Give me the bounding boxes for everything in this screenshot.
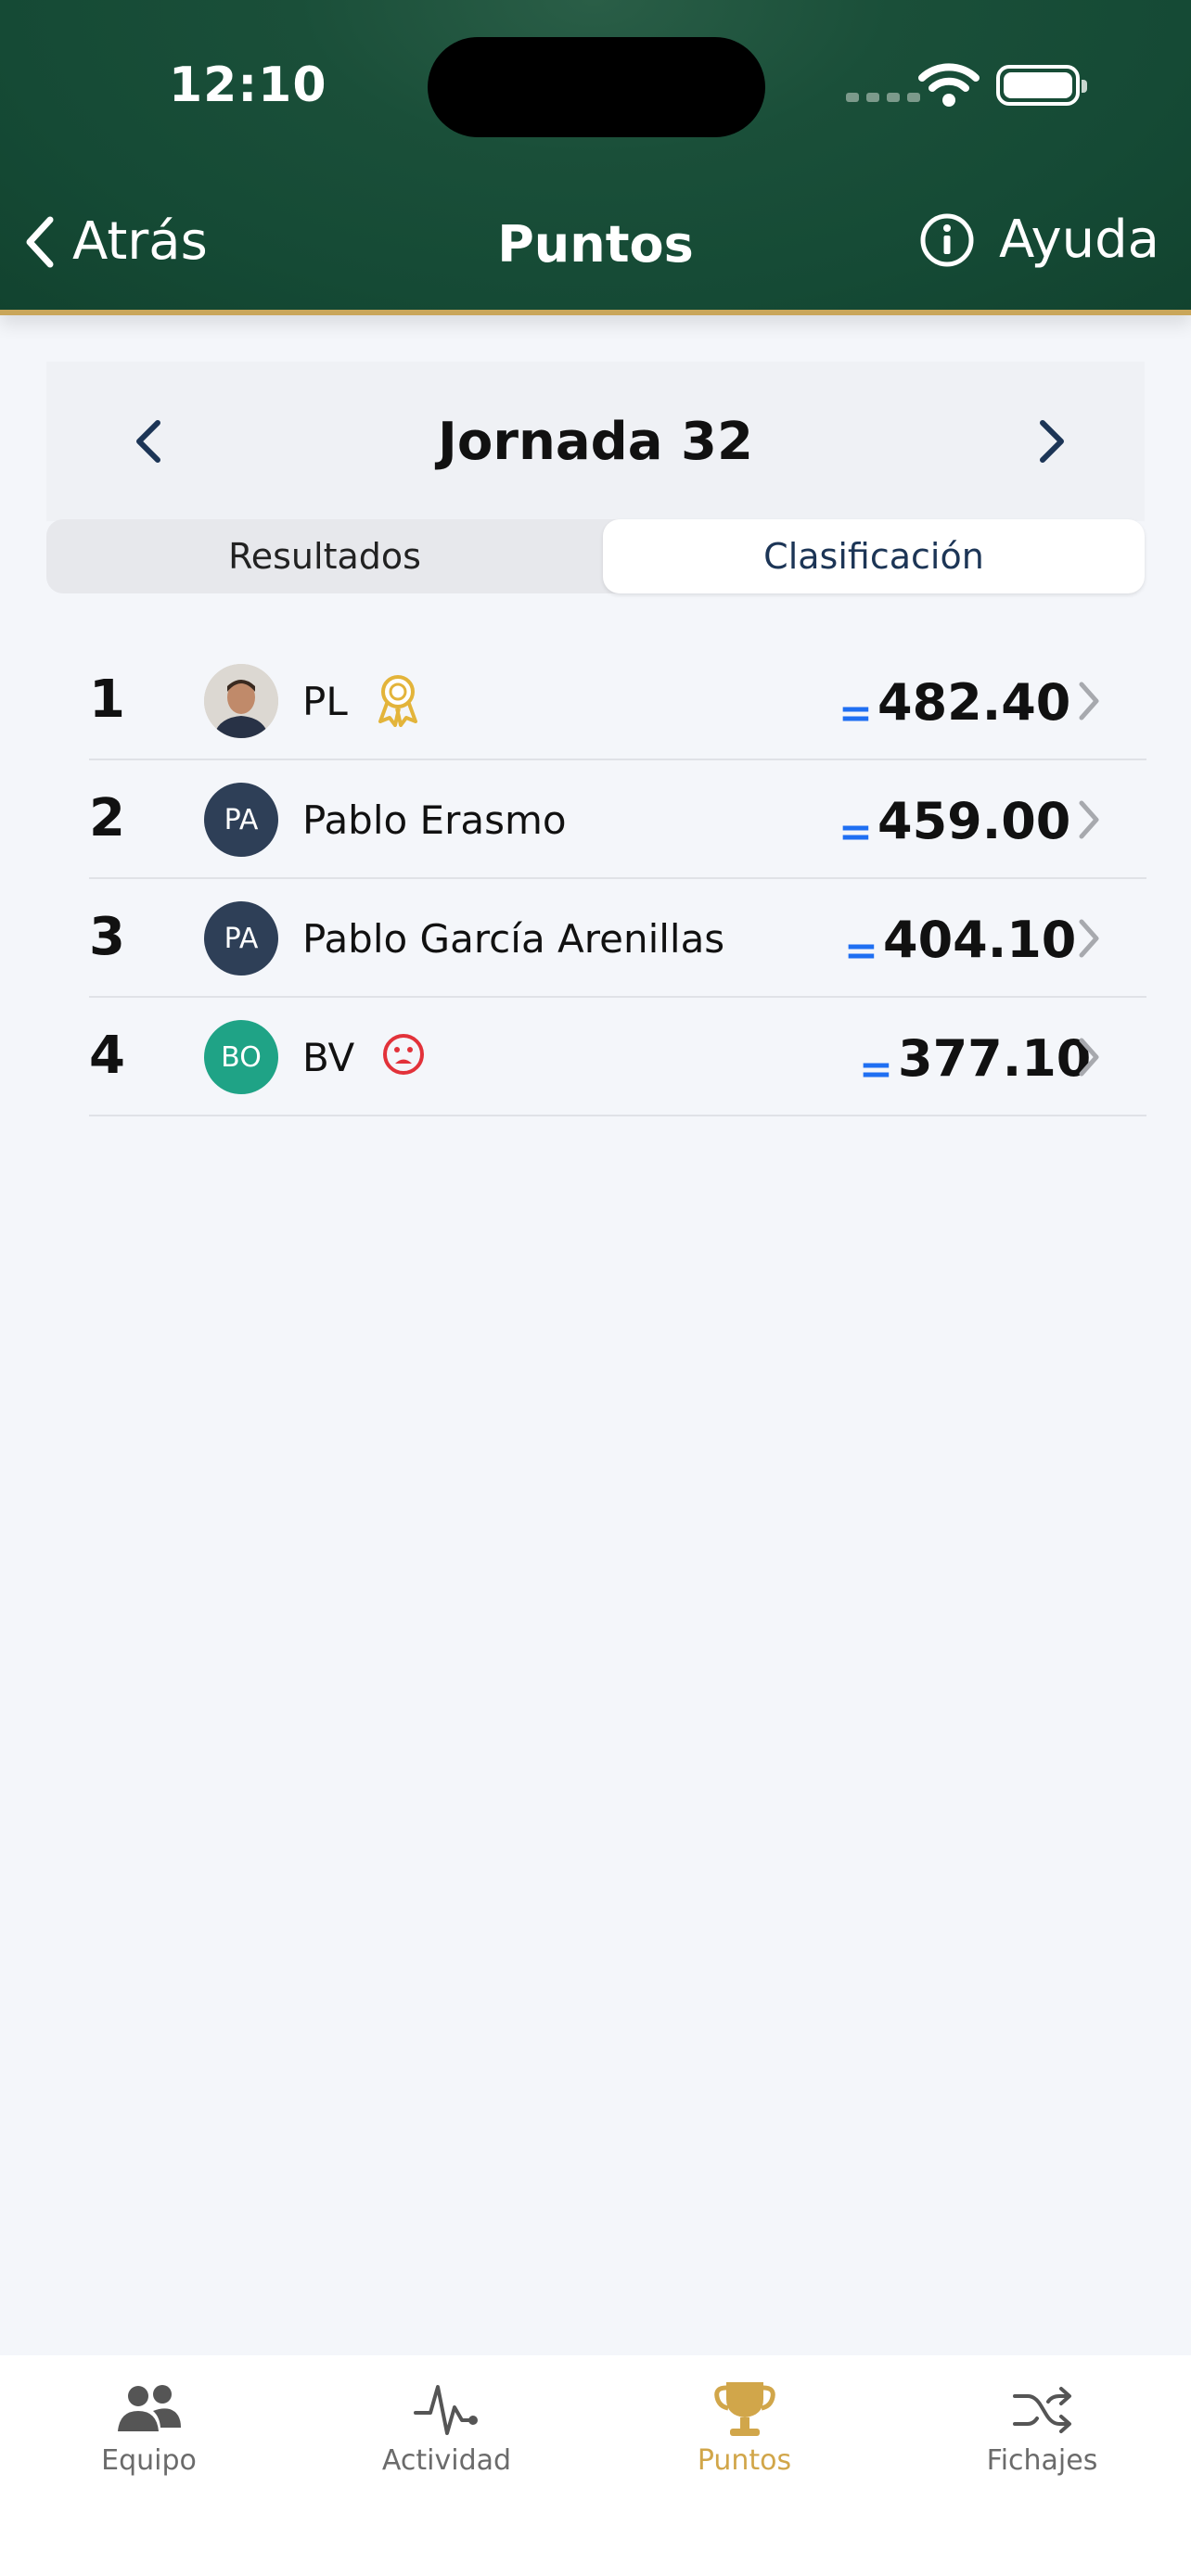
dynamic-island (428, 37, 765, 137)
cellular-signal-icon (846, 93, 920, 102)
tab-puntos[interactable]: Puntos (596, 2355, 893, 2504)
tab-resultados[interactable]: Resultados (46, 519, 603, 593)
bottom-tab-bar: Equipo Actividad Puntos Fichajes (0, 2355, 1191, 2576)
position-change-indicator: = (859, 1046, 893, 1093)
avatar (204, 664, 278, 738)
ranking-row[interactable]: 2 PA Pablo Erasmo = 459.00 (89, 760, 1146, 879)
shuffle-icon (1012, 2387, 1071, 2433)
player-name: BV (302, 1035, 355, 1080)
rank-number: 3 (89, 907, 125, 967)
chevron-right-icon (1079, 800, 1099, 839)
help-button[interactable]: Ayuda (919, 210, 1159, 270)
next-round-button[interactable] (1033, 415, 1070, 467)
tab-actividad[interactable]: Actividad (298, 2355, 596, 2504)
award-ribbon-icon (378, 675, 417, 727)
status-time: 12:10 (169, 57, 327, 113)
sad-face-icon (383, 1034, 424, 1075)
view-segmented-control: Resultados Clasificación (46, 519, 1145, 593)
tab-label: Equipo (101, 2444, 197, 2477)
help-label: Ayuda (998, 210, 1159, 270)
ranking-row[interactable]: 4 BO BV = 377.10 (89, 998, 1146, 1116)
tab-equipo[interactable]: Equipo (0, 2355, 298, 2504)
user-photo-icon (204, 664, 278, 738)
activity-pulse-icon (413, 2385, 478, 2435)
avatar: BO (204, 1020, 278, 1094)
round-selector: Jornada 32 (46, 362, 1145, 521)
player-points: 459.00 (877, 792, 1071, 850)
avatar: PA (204, 901, 278, 976)
rank-number: 4 (89, 1026, 125, 1086)
tab-fichajes[interactable]: Fichajes (893, 2355, 1191, 2504)
ranking-row[interactable]: 1 PL = 482.40 (89, 642, 1146, 760)
position-change-indicator: = (839, 809, 873, 856)
player-name: Pablo García Arenillas (302, 916, 725, 962)
round-title: Jornada 32 (438, 412, 753, 472)
avatar: PA (204, 783, 278, 857)
ranking-row[interactable]: 3 PA Pablo García Arenillas = 404.10 (89, 879, 1146, 998)
tab-label: Puntos (697, 2444, 792, 2477)
battery-icon (996, 65, 1087, 106)
player-points: 404.10 (883, 911, 1077, 969)
chevron-right-icon (1079, 682, 1099, 721)
wifi-icon (918, 63, 980, 107)
position-change-indicator: = (839, 690, 873, 737)
player-name: Pablo Erasmo (302, 797, 567, 843)
info-icon (920, 213, 974, 266)
tab-clasificacion[interactable]: Clasificación (603, 519, 1145, 593)
team-icon (117, 2385, 181, 2431)
chevron-right-icon (1079, 1038, 1099, 1077)
trophy-icon (713, 2382, 775, 2436)
tab-label: Fichajes (986, 2444, 1098, 2477)
player-points: 482.40 (877, 673, 1071, 732)
chevron-right-icon (1079, 919, 1099, 958)
position-change-indicator: = (844, 927, 878, 975)
header-bar: 12:10 Atrás Puntos Ayuda (0, 0, 1191, 315)
tab-label: Actividad (381, 2444, 512, 2477)
rank-number: 1 (89, 670, 125, 730)
rank-number: 2 (89, 788, 125, 848)
ranking-list: 1 PL = 482.40 2 PA Pablo Erasmo = 459.00 (89, 642, 1146, 1116)
player-points: 377.10 (898, 1029, 1092, 1088)
player-name: PL (302, 679, 348, 724)
